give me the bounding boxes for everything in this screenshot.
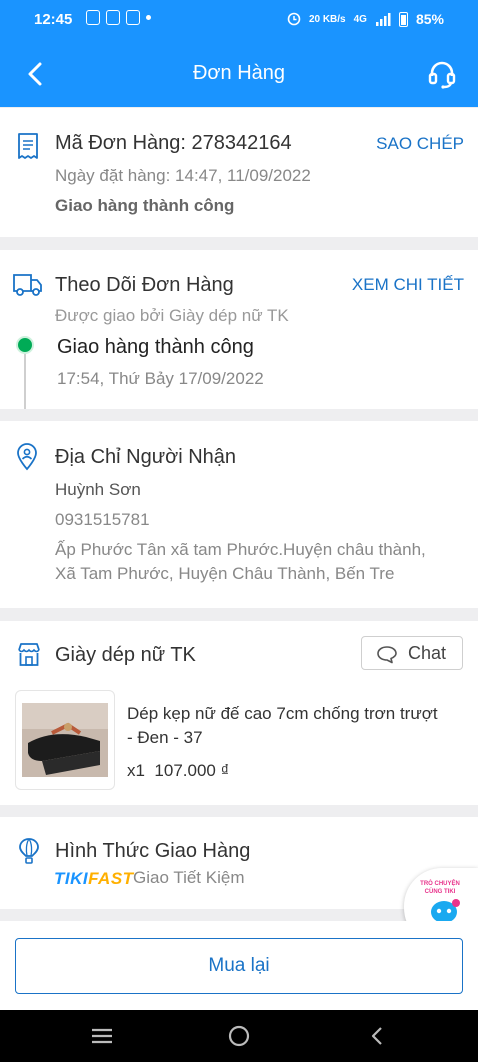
footer-action-bar: Mua lại [0, 921, 478, 1010]
bank-app-icon [126, 10, 140, 25]
tikifast-logo: TIKIFAST [54, 869, 134, 889]
tracking-card: Theo Dõi Đơn Hàng XEM CHI TIẾT Được giao… [0, 250, 478, 409]
copy-order-code-button[interactable]: SAO CHÉP [376, 134, 464, 154]
order-status: Giao hàng thành công [55, 196, 235, 215]
hot-air-balloon-icon [19, 838, 39, 864]
app-header: Đơn Hàng [0, 40, 478, 107]
order-date: Ngày đặt hàng: 14:47, 11/09/2022 [55, 166, 311, 185]
shop-name[interactable]: Giày dép nữ TK [55, 644, 196, 667]
delivery-truck-icon [13, 274, 42, 296]
signal-bars-icon [375, 12, 391, 26]
shipping-method-name: Giao Tiết Kiệm [133, 868, 245, 887]
battery-icon [398, 11, 408, 27]
product-quantity: x1 [127, 761, 145, 780]
more-notifications-icon [146, 15, 151, 20]
view-tracking-detail-button[interactable]: XEM CHI TIẾT [352, 275, 464, 295]
product-image [22, 703, 108, 777]
product-quantity-price: x1 107.000 ₫ [127, 761, 229, 781]
chat-button-label: Chat [408, 643, 447, 663]
delivered-by: Được giao bởi Giày dép nữ TK [55, 306, 289, 325]
recipient-name: Huỳnh Sơn [55, 480, 141, 499]
home-icon[interactable] [228, 1025, 250, 1047]
tracking-title: Theo Dõi Đơn Hàng [55, 274, 234, 296]
chat-bubble-icon [377, 646, 397, 664]
system-back-icon[interactable] [369, 1025, 385, 1047]
battery-level: 85% [415, 11, 444, 27]
shop-product-card: Giày dép nữ TK Chat Dép kẹp nữ đế cao 7c… [0, 621, 478, 805]
messenger-icon [86, 10, 100, 25]
location-pin-icon [17, 443, 37, 471]
order-code: Mã Đơn Hàng: 278342164 [55, 132, 292, 154]
status-bar: 12:45 20 KB/s 4G 85% [0, 0, 478, 40]
recent-apps-icon[interactable] [90, 1027, 114, 1045]
tiki-chat-caption-line-2: CÙNG TIKI [424, 889, 456, 895]
headset-support-icon[interactable] [426, 58, 458, 90]
rebuy-button[interactable]: Mua lại [15, 938, 463, 994]
shop-store-icon [18, 643, 40, 666]
status-right: 20 KB/s 4G 85% [287, 11, 444, 27]
tracking-time: 17:54, Thứ Bảy 17/09/2022 [57, 369, 264, 388]
product-price: 107.000 ₫ [154, 761, 230, 780]
tiki-chat-caption-line-1: TRÒ CHUYỆN [420, 881, 460, 887]
address-line-2: Xã Tam Phước, Huyện Châu Thành, Bến Tre [55, 564, 395, 583]
address-line-1: Ấp Phước Tân xã tam Phước.Huyện châu thà… [55, 540, 426, 559]
product-name-line-2: - Đen - 37 [127, 728, 203, 747]
recipient-phone: 0931515781 [55, 510, 150, 529]
address-title: Địa Chỉ Người Nhận [55, 446, 237, 468]
signal-type: 4G [353, 13, 367, 25]
alarm-icon [287, 12, 301, 26]
page-title: Đơn Hàng [192, 62, 286, 84]
order-info-card: Mã Đơn Hàng: 278342164 SAO CHÉP Ngày đặt… [0, 108, 478, 237]
facebook-icon [106, 10, 120, 25]
tikifast-logo-fast: FAST [88, 869, 134, 888]
timeline-status-dot [16, 336, 34, 354]
timeline-line [24, 346, 26, 409]
tiki-chat-caption: TRÒ CHUYỆN CÙNG TIKI [410, 880, 470, 896]
notification-icons [86, 10, 151, 25]
status-time: 12:45 [34, 11, 73, 28]
product-name-line-1[interactable]: Dép kẹp nữ đế cao 7cm chống trơn trượt [127, 704, 438, 724]
system-navigation-bar [0, 1010, 478, 1062]
recipient-address-card: Địa Chỉ Người Nhận Huỳnh Sơn 0931515781 … [0, 421, 478, 608]
product-thumbnail[interactable] [15, 690, 115, 790]
tracking-status: Giao hàng thành công [57, 336, 254, 358]
network-speed: 20 KB/s [308, 13, 346, 25]
shipping-title: Hình Thức Giao Hàng [55, 840, 251, 862]
tikifast-logo-tiki: TIKI [54, 869, 89, 888]
receipt-icon [18, 133, 38, 159]
chat-with-shop-button[interactable]: Chat [361, 636, 463, 670]
